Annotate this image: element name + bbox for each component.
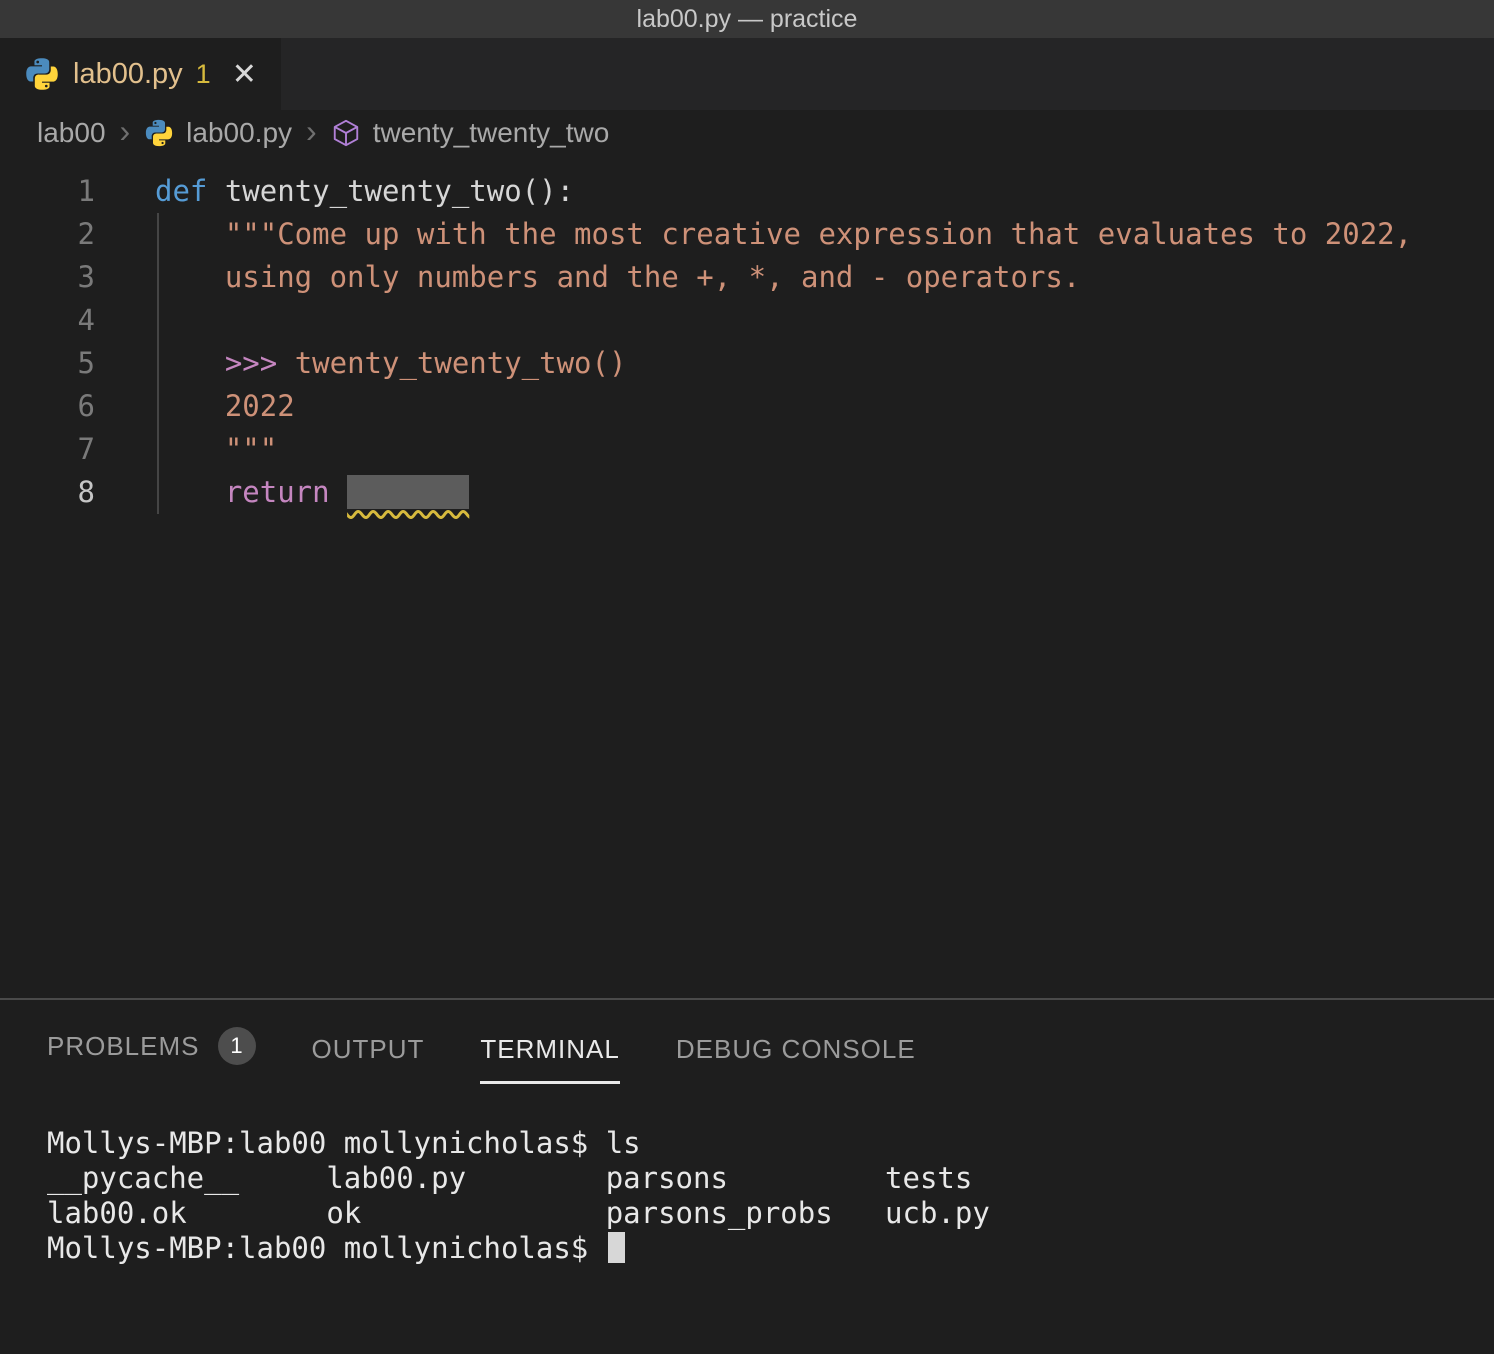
code-line[interactable]: 1def twenty_twenty_two():	[0, 170, 1494, 213]
code-line[interactable]: 4	[0, 299, 1494, 342]
code-token: """	[155, 432, 277, 466]
panel-tab-label: DEBUG CONSOLE	[676, 1034, 916, 1065]
line-number[interactable]: 2	[0, 213, 95, 256]
terminal-cursor	[608, 1232, 625, 1263]
code-token: >>>	[225, 346, 277, 380]
code-text	[95, 299, 155, 342]
panel-tab-label: OUTPUT	[312, 1034, 425, 1065]
window-title: lab00.py — practice	[637, 5, 858, 34]
code-token: twenty_twenty_two():	[207, 174, 574, 208]
line-number[interactable]: 4	[0, 299, 95, 342]
window-titlebar: lab00.py — practice	[0, 0, 1494, 38]
terminal-output[interactable]: Mollys-MBP:lab00 mollynicholas$ ls__pyca…	[0, 1084, 1494, 1266]
code-line[interactable]: 2 """Come up with the most creative expr…	[0, 213, 1494, 256]
code-line[interactable]: 8 return	[0, 471, 1494, 514]
editor-tab-lab00[interactable]: lab00.py 1 ✕	[0, 38, 281, 110]
code-text: 2022	[95, 385, 295, 428]
code-token: """Come up with the most creative expres…	[155, 217, 1412, 251]
panel-tab-terminal[interactable]: TERMINAL	[480, 1034, 619, 1084]
code-token: using only numbers and the +, *, and - o…	[155, 260, 1080, 294]
symbol-module-icon	[331, 118, 361, 148]
bottom-panel: PROBLEMS 1 OUTPUT TERMINAL DEBUG CONSOLE Mol…	[0, 998, 1494, 1354]
line-number[interactable]: 1	[0, 170, 95, 213]
code-text: using only numbers and the +, *, and - o…	[95, 256, 1080, 299]
breadcrumb-item-file[interactable]: lab00.py	[186, 117, 292, 149]
code-token: twenty_twenty_two()	[277, 346, 626, 380]
line-number[interactable]: 7	[0, 428, 95, 471]
breadcrumb-item-symbol[interactable]: twenty_twenty_two	[373, 117, 610, 149]
code-line[interactable]: 7 """	[0, 428, 1494, 471]
line-number[interactable]: 6	[0, 385, 95, 428]
indent-guide	[157, 213, 159, 514]
terminal-line: Mollys-MBP:lab00 mollynicholas$ ls	[47, 1126, 1494, 1161]
code-token	[155, 475, 225, 509]
panel-tab-debug-console[interactable]: DEBUG CONSOLE	[676, 1034, 916, 1084]
code-line[interactable]: 3 using only numbers and the +, *, and -…	[0, 256, 1494, 299]
selection-warning-box	[347, 475, 469, 509]
breadcrumb-separator: ›	[304, 115, 319, 151]
code-text: return	[95, 471, 469, 514]
panel-tabs: PROBLEMS 1 OUTPUT TERMINAL DEBUG CONSOLE	[0, 1000, 1494, 1084]
tab-warning-badge: 1	[196, 59, 211, 90]
panel-tab-label: TERMINAL	[480, 1034, 619, 1065]
terminal-line: Mollys-MBP:lab00 mollynicholas$	[47, 1231, 1494, 1266]
panel-tab-label: PROBLEMS	[47, 1031, 200, 1062]
editor-tab-bar: lab00.py 1 ✕	[0, 38, 1494, 110]
line-number[interactable]: 5	[0, 342, 95, 385]
python-icon	[144, 118, 174, 148]
terminal-line: __pycache__ lab00.py parsons tests	[47, 1161, 1494, 1196]
breadcrumb: lab00 › lab00.py › twenty_twenty_two	[0, 110, 1494, 156]
code-line[interactable]: 5 >>> twenty_twenty_two()	[0, 342, 1494, 385]
terminal-line: lab00.ok ok parsons_probs ucb.py	[47, 1196, 1494, 1231]
tab-filename: lab00.py	[73, 58, 183, 91]
panel-tab-problems[interactable]: PROBLEMS 1	[47, 1027, 256, 1084]
code-token: 2022	[155, 389, 295, 423]
code-token: def	[155, 174, 207, 208]
code-token	[330, 475, 347, 509]
breadcrumb-item-folder[interactable]: lab00	[37, 117, 106, 149]
line-number[interactable]: 3	[0, 256, 95, 299]
code-text: def twenty_twenty_two():	[95, 170, 574, 213]
code-text: """Come up with the most creative expres…	[95, 213, 1412, 256]
python-icon	[24, 56, 60, 92]
code-text: """	[95, 428, 277, 471]
line-number[interactable]: 8	[0, 471, 95, 514]
problems-count-badge: 1	[218, 1027, 256, 1065]
panel-tab-output[interactable]: OUTPUT	[312, 1034, 425, 1084]
code-editor[interactable]: 1def twenty_twenty_two():2 """Come up wi…	[0, 156, 1494, 998]
tab-close-icon[interactable]: ✕	[232, 57, 257, 92]
code-line[interactable]: 6 2022	[0, 385, 1494, 428]
editor-lines: 1def twenty_twenty_two():2 """Come up wi…	[0, 170, 1494, 514]
breadcrumb-separator: ›	[118, 115, 133, 151]
code-token: return	[225, 475, 330, 509]
code-text: >>> twenty_twenty_two()	[95, 342, 626, 385]
code-token	[155, 346, 225, 380]
